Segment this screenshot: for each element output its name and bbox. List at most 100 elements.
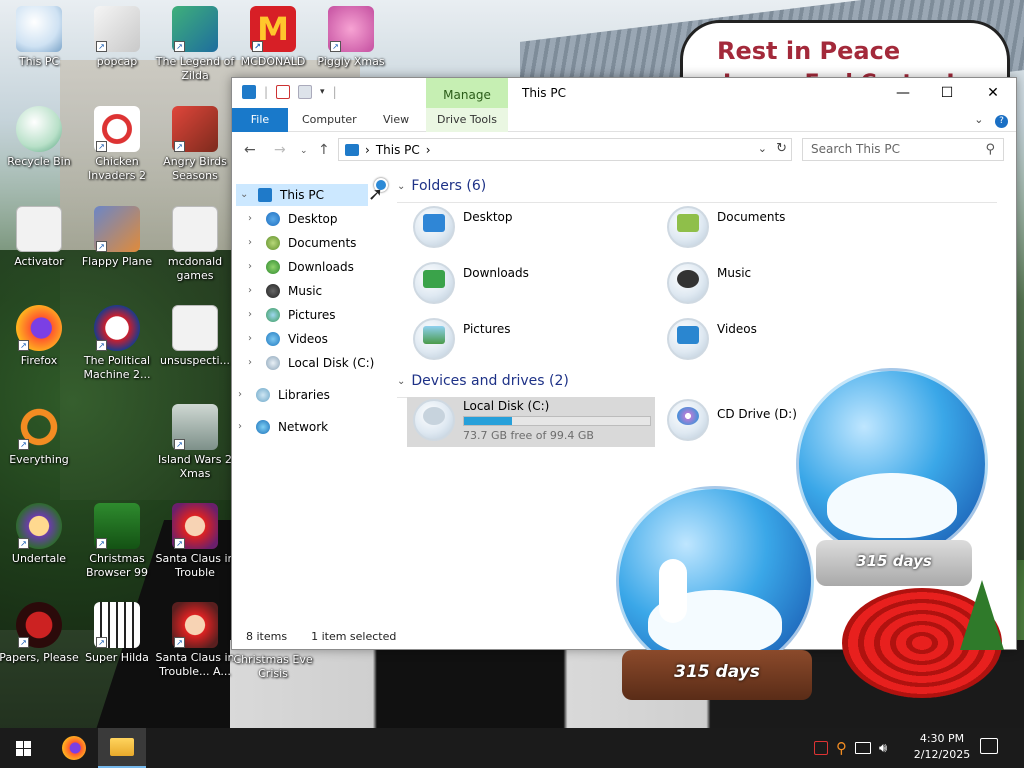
desktop-icon-island-wars[interactable]: ↗ Island Wars 2 Xmas: [156, 404, 234, 481]
tab-computer[interactable]: Computer: [302, 108, 357, 132]
tab-drive-tools[interactable]: Drive Tools: [426, 108, 508, 132]
address-bar[interactable]: › This PC › ⌄ ↻: [338, 138, 792, 161]
chevron-right-icon[interactable]: ›: [238, 416, 248, 438]
network-icon[interactable]: [855, 742, 871, 754]
nav-item-music[interactable]: › Music: [248, 280, 322, 302]
forward-button[interactable]: →: [274, 142, 286, 158]
desktop-icon-zilda[interactable]: ↗ The Legend of Zilda: [156, 6, 234, 83]
nav-item-downloads[interactable]: › Downloads: [248, 256, 354, 278]
desktop-icon-mcdonald[interactable]: M ↗ MCDONALD: [234, 6, 312, 69]
snow-globe-left[interactable]: [616, 486, 814, 676]
breadcrumb-separator[interactable]: ›: [365, 143, 370, 157]
memorial-sign-line1: Rest in Peace: [717, 37, 901, 65]
nav-item-pictures[interactable]: › Pictures: [248, 304, 336, 326]
snow-globe-right[interactable]: [796, 368, 988, 560]
chevron-down-icon[interactable]: ⌄: [240, 184, 250, 206]
tab-manage[interactable]: Manage: [426, 78, 508, 108]
chevron-right-icon[interactable]: ›: [238, 384, 248, 406]
nav-item-network[interactable]: › Network: [238, 416, 328, 438]
customize-toolbar-icon[interactable]: ▾: [320, 87, 325, 97]
nav-item-desktop[interactable]: › Desktop: [248, 208, 338, 230]
group-header-folders[interactable]: ⌄ Folders (6): [397, 178, 997, 203]
tab-view[interactable]: View: [383, 108, 409, 132]
properties-icon[interactable]: [276, 85, 291, 99]
desktop-icon-political-machine[interactable]: ↗ The Political Machine 2...: [78, 305, 156, 382]
security-icon[interactable]: [814, 741, 828, 755]
desktop-icon-popcap[interactable]: ↗ popcap: [78, 6, 156, 69]
desktop-icon-undertale[interactable]: ↗ Undertale: [0, 503, 78, 566]
breadcrumb-separator[interactable]: ›: [426, 143, 431, 157]
desktop-icon-recycle-bin[interactable]: Recycle Bin: [0, 106, 78, 169]
folder-documents[interactable]: Documents: [667, 206, 785, 248]
minimize-button[interactable]: —: [880, 78, 926, 108]
notification-center-icon[interactable]: [980, 738, 998, 754]
chevron-right-icon[interactable]: ›: [248, 352, 258, 374]
desktop-icon-chicken-invaders[interactable]: ↗ Chicken Invaders 2: [78, 106, 156, 183]
desktop-icon-this-pc[interactable]: This PC: [0, 6, 78, 69]
desktop-icon-everything[interactable]: ↗ Everything: [0, 404, 78, 467]
expand-ribbon-icon[interactable]: ⌄: [974, 113, 983, 126]
nav-item-libraries[interactable]: › Libraries: [238, 384, 330, 406]
start-button[interactable]: [0, 728, 48, 768]
chevron-right-icon[interactable]: ›: [248, 304, 258, 326]
new-folder-icon[interactable]: [298, 85, 313, 99]
folder-downloads[interactable]: Downloads: [413, 262, 529, 304]
chevron-down-icon[interactable]: ⌄: [397, 376, 405, 387]
clock[interactable]: 4:30 PM 2/12/2025: [908, 731, 976, 763]
folder-pictures[interactable]: Pictures: [413, 318, 511, 360]
desktop-icon: [266, 212, 280, 226]
this-pc-icon: [258, 188, 272, 202]
nav-item-local-disk[interactable]: › Local Disk (C:): [248, 352, 374, 374]
chevron-right-icon[interactable]: ›: [248, 280, 258, 302]
desktop-icon-firefox[interactable]: ↗ Firefox: [0, 305, 78, 368]
chevron-down-icon[interactable]: ⌄: [397, 181, 405, 192]
back-button[interactable]: ←: [244, 142, 256, 158]
address-bar-row: ← → ⌄ ↑ › This PC › ⌄ ↻ Search This PC ⚲: [232, 132, 1016, 168]
search-input[interactable]: Search This PC ⚲: [802, 138, 1004, 161]
taskbar-firefox[interactable]: [50, 728, 98, 768]
desktop-icon-santa-claus-2[interactable]: ↗ Santa Claus in Trouble... A...: [156, 602, 234, 679]
folder-music[interactable]: Music: [667, 262, 751, 304]
refresh-icon[interactable]: ↻: [776, 141, 787, 156]
desktop-icon-santa-claus[interactable]: ↗ Santa Claus in Trouble: [156, 503, 234, 580]
tab-file[interactable]: File: [232, 108, 288, 132]
nav-item-videos[interactable]: › Videos: [248, 328, 328, 350]
desktop-icon-piggly[interactable]: ↗ Piggly Xmas: [312, 6, 390, 69]
clock-time: 4:30 PM: [919, 732, 965, 745]
desktop-icon-papers-please[interactable]: ↗ Papers, Please: [0, 602, 79, 665]
desktop-icon-christmas-eve-crisis[interactable]: Christmas Eve Crisis: [233, 650, 312, 681]
recent-locations-button[interactable]: ⌄: [300, 146, 308, 156]
breadcrumb-this-pc[interactable]: This PC: [376, 143, 420, 157]
everything-search-icon[interactable]: ⚲: [836, 739, 847, 757]
folder-videos[interactable]: Videos: [667, 318, 757, 360]
maximize-button[interactable]: ☐: [924, 78, 970, 108]
desktop-icon-super-hilda[interactable]: ↗ Super Hilda: [78, 602, 156, 665]
chevron-right-icon[interactable]: ›: [248, 256, 258, 278]
close-button[interactable]: ✕: [970, 78, 1016, 108]
desktop-icon-christmas-browser[interactable]: ↗ Christmas Browser 99: [78, 503, 156, 580]
taskbar-file-explorer[interactable]: [98, 728, 146, 768]
chevron-right-icon[interactable]: ›: [248, 232, 258, 254]
nav-item-this-pc[interactable]: ⌄ This PC: [236, 184, 368, 206]
help-icon[interactable]: ?: [995, 115, 1008, 128]
drive-local-disk[interactable]: Local Disk (C:) 73.7 GB free of 99.4 GB: [413, 399, 651, 442]
this-pc-icon: [345, 143, 359, 156]
group-header-devices[interactable]: ⌄ Devices and drives (2): [397, 373, 569, 398]
desktop-icon-unsuspecting[interactable]: unsuspecti...: [156, 305, 234, 368]
chevron-down-icon[interactable]: ⌄: [758, 142, 767, 155]
desktop-icon-angry-birds[interactable]: ↗ Angry Birds Seasons: [156, 106, 234, 183]
desktop-icon-activator[interactable]: Activator: [0, 206, 78, 269]
title-bar[interactable]: | ▾ | Manage This PC — ☐ ✕: [232, 78, 1016, 108]
desktop-icon-flappy-plane[interactable]: ↗ Flappy Plane: [78, 206, 156, 269]
drive-cd[interactable]: CD Drive (D:): [667, 399, 797, 441]
up-button[interactable]: ↑: [318, 142, 330, 158]
navigation-pane: ⌄ This PC ➚ › Desktop › Documents › Down…: [232, 178, 392, 618]
chevron-right-icon[interactable]: ›: [248, 328, 258, 350]
chevron-right-icon[interactable]: ›: [248, 208, 258, 230]
drive-label: Local Disk (C:): [463, 399, 550, 413]
desktop-icon-mcdonald-games[interactable]: mcdonald games: [156, 206, 234, 283]
mcdonalds-logo-icon: M ↗: [250, 6, 296, 52]
nav-item-documents[interactable]: › Documents: [248, 232, 356, 254]
volume-icon[interactable]: 🔊︎: [879, 741, 887, 756]
folder-desktop[interactable]: Desktop: [413, 206, 513, 248]
